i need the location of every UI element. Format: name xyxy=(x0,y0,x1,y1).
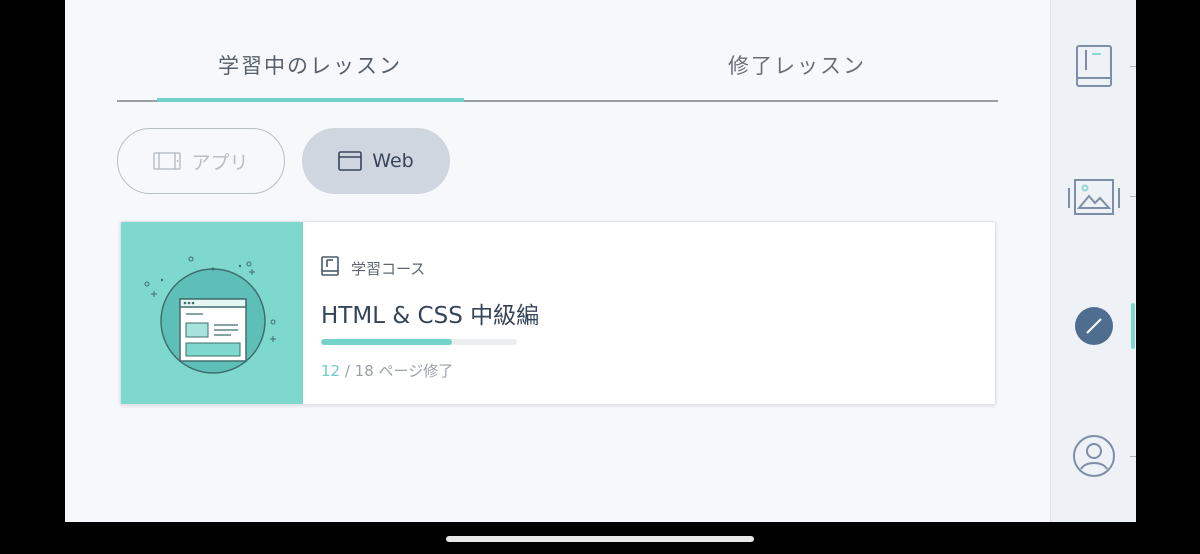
lesson-tabs: 学習中のレッスン 修了レッスン xyxy=(117,0,998,102)
course-type-label: 学習コース xyxy=(351,259,426,278)
rail-tick xyxy=(1130,196,1136,197)
course-progress-text: 12 / 18 ページ修了 xyxy=(321,360,453,381)
app-window-icon xyxy=(153,152,182,170)
filter-app-button[interactable]: アプリ xyxy=(117,128,285,194)
filter-web-button[interactable]: Web xyxy=(302,128,450,194)
gallery-icon xyxy=(1067,178,1121,222)
rail-item-lessons[interactable] xyxy=(1051,306,1136,350)
rail-item-gallery[interactable] xyxy=(1051,178,1136,222)
book-icon xyxy=(321,256,339,280)
browser-window-icon xyxy=(338,151,363,171)
course-info: 学習コース HTML & CSS 中級編 12 / 18 ページ修了 xyxy=(321,222,995,404)
filter-app-label: アプリ xyxy=(191,151,249,174)
course-card[interactable]: 学習コース HTML & CSS 中級編 12 / 18 ページ修了 xyxy=(120,221,996,405)
app-screen: 学習中のレッスン 修了レッスン アプリ Web 学習コース HTML & CSS… xyxy=(65,0,1136,522)
pages-total: / 18 ページ修了 xyxy=(340,362,454,380)
course-title: HTML & CSS 中級編 xyxy=(321,303,540,329)
tab-completed[interactable]: 修了レッスン xyxy=(617,52,977,80)
pencil-icon xyxy=(1074,306,1114,350)
rail-item-courses[interactable] xyxy=(1051,44,1136,92)
rail-active-indicator xyxy=(1131,303,1135,349)
course-progress-fill xyxy=(321,339,452,345)
tab-learning[interactable]: 学習中のレッスン xyxy=(157,52,463,80)
rail-tick xyxy=(1130,456,1136,457)
rail-item-profile[interactable] xyxy=(1051,434,1136,482)
profile-icon xyxy=(1072,434,1116,482)
course-progress-bar xyxy=(321,339,517,345)
rail-tick xyxy=(1130,66,1136,67)
course-type: 学習コース xyxy=(321,256,425,280)
pages-done: 12 xyxy=(321,362,341,380)
course-thumbnail xyxy=(121,222,303,404)
tab-active-indicator xyxy=(157,98,464,102)
book-icon xyxy=(1075,44,1113,92)
filter-web-label: Web xyxy=(372,150,414,172)
home-indicator[interactable] xyxy=(446,536,754,542)
side-nav xyxy=(1050,0,1136,522)
